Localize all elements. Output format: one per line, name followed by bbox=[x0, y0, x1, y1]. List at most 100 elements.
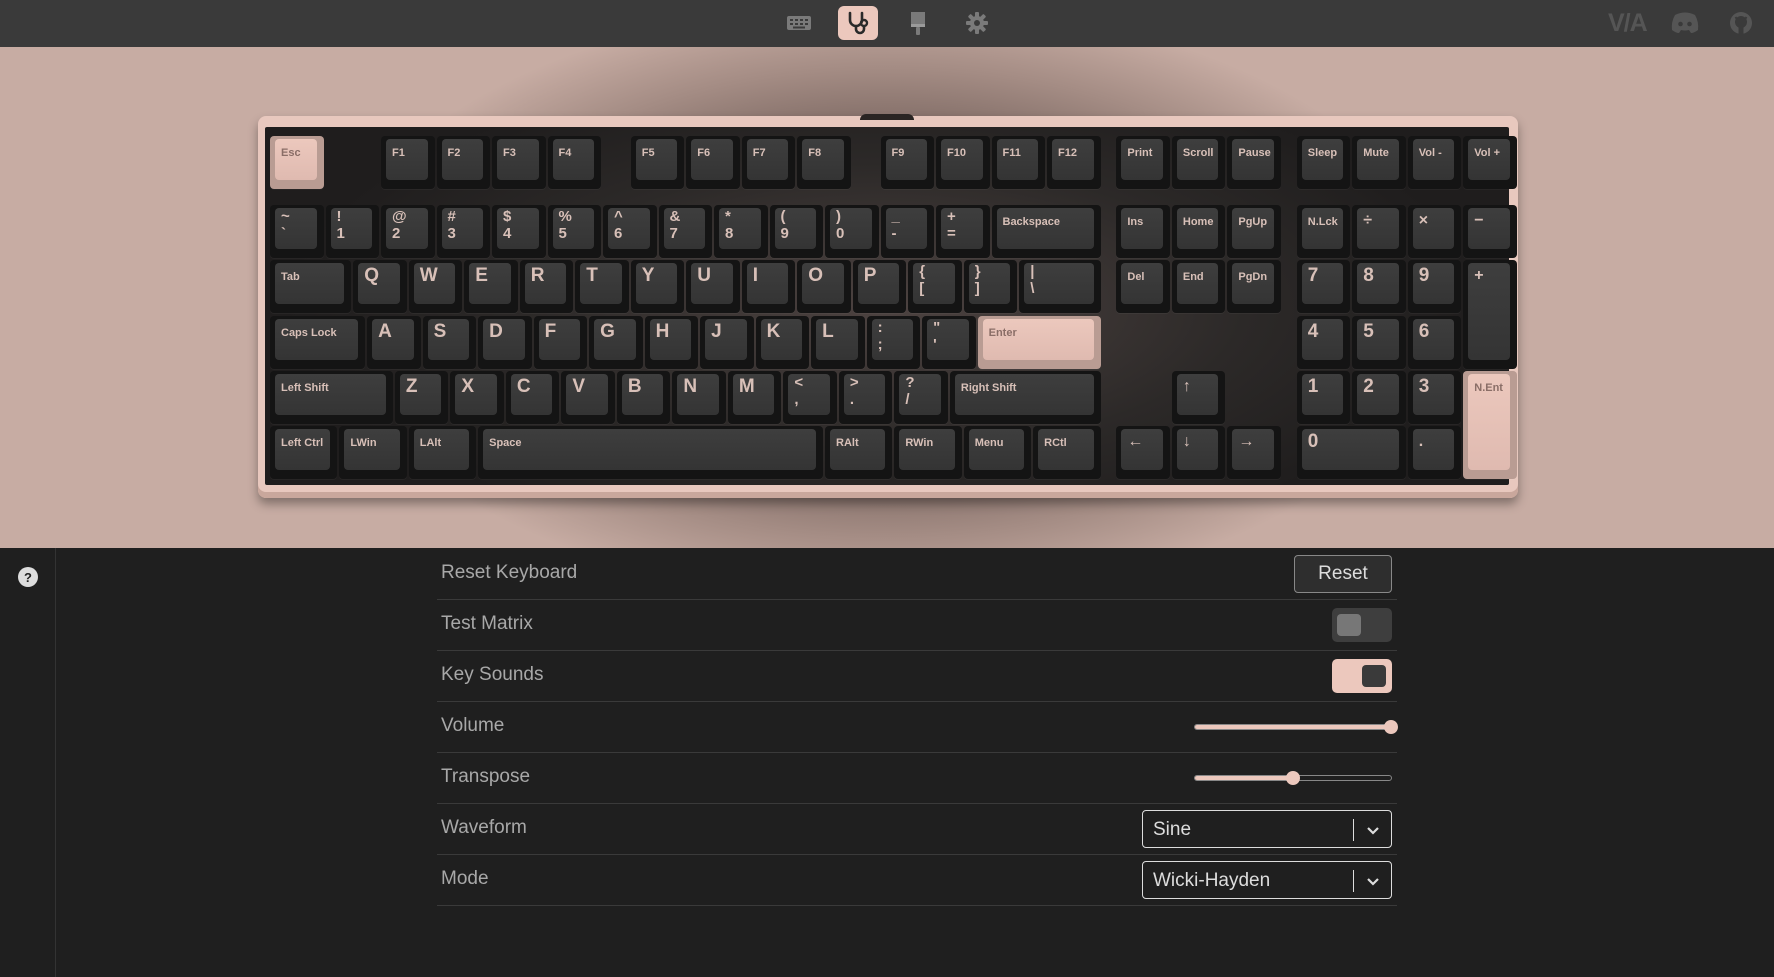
key-home[interactable]: Home bbox=[1171, 205, 1226, 258]
key-quote[interactable]: " ' bbox=[922, 316, 976, 369]
key-f12[interactable]: F12 bbox=[1047, 136, 1101, 189]
key-backspace[interactable]: Backspace bbox=[991, 205, 1101, 258]
key-minus[interactable]: _ - bbox=[880, 205, 934, 258]
key-u[interactable]: U bbox=[686, 260, 740, 313]
key-ralt[interactable]: RAlt bbox=[825, 426, 893, 479]
key-nplus[interactable]: + bbox=[1463, 260, 1517, 369]
key-rbracket[interactable]: } ] bbox=[963, 260, 1018, 313]
key-f1[interactable]: F1 bbox=[381, 136, 435, 189]
key-d[interactable]: D bbox=[478, 316, 532, 369]
key-f4[interactable]: F4 bbox=[547, 136, 601, 189]
key-comma[interactable]: < , bbox=[783, 371, 837, 424]
key-k4[interactable]: $ 4 bbox=[492, 205, 546, 258]
key-f10[interactable]: F10 bbox=[936, 136, 990, 189]
key-f11[interactable]: F11 bbox=[991, 136, 1045, 189]
key-grave[interactable]: ~ ` bbox=[270, 205, 324, 258]
key-semicolon[interactable]: : ; bbox=[866, 316, 921, 369]
key-sleep[interactable]: Sleep bbox=[1296, 136, 1351, 189]
key-v[interactable]: V bbox=[561, 371, 615, 424]
key-mul[interactable]: × bbox=[1407, 205, 1462, 258]
key-a[interactable]: A bbox=[367, 316, 421, 369]
key-m[interactable]: M bbox=[727, 371, 782, 424]
key-f9[interactable]: F9 bbox=[880, 136, 934, 189]
key-k9[interactable]: ( 9 bbox=[769, 205, 823, 258]
key-t[interactable]: T bbox=[575, 260, 629, 313]
key-k7[interactable]: & 7 bbox=[658, 205, 712, 258]
key-l[interactable]: L bbox=[811, 316, 865, 369]
key-print[interactable]: Print bbox=[1116, 136, 1170, 189]
key-left[interactable]: ← bbox=[1116, 426, 1170, 479]
key-tab[interactable]: Tab bbox=[270, 260, 352, 313]
key-n1[interactable]: 1 bbox=[1296, 371, 1351, 424]
waveform-select[interactable]: Sine bbox=[1142, 810, 1392, 848]
key-pgdn[interactable]: PgDn bbox=[1227, 260, 1281, 313]
key-n3[interactable]: 3 bbox=[1407, 371, 1462, 424]
key-lwin[interactable]: LWin bbox=[339, 426, 407, 479]
key-f6[interactable]: F6 bbox=[686, 136, 740, 189]
key-z[interactable]: Z bbox=[394, 371, 449, 424]
nav-test-tab[interactable] bbox=[838, 6, 878, 40]
key-k0[interactable]: ) 0 bbox=[825, 205, 879, 258]
key-n0[interactable]: 0 bbox=[1296, 426, 1406, 479]
key-nent[interactable]: N.Ent bbox=[1463, 371, 1517, 479]
key-nlck[interactable]: N.Lck bbox=[1296, 205, 1351, 258]
key-k1[interactable]: ! 1 bbox=[325, 205, 379, 258]
key-n8[interactable]: 8 bbox=[1352, 260, 1406, 313]
key-caps[interactable]: Caps Lock bbox=[270, 316, 366, 369]
key-p[interactable]: P bbox=[852, 260, 907, 313]
discord-link[interactable] bbox=[1670, 6, 1700, 40]
key-ndot[interactable]: . bbox=[1407, 426, 1462, 479]
key-lctrl[interactable]: Left Ctrl bbox=[270, 426, 338, 479]
slider-thumb[interactable] bbox=[1286, 771, 1300, 785]
github-link[interactable] bbox=[1728, 6, 1754, 40]
key-o[interactable]: O bbox=[797, 260, 851, 313]
key-scroll[interactable]: Scroll bbox=[1171, 136, 1226, 189]
key-g[interactable]: G bbox=[589, 316, 643, 369]
key-vol-down[interactable]: Vol - bbox=[1407, 136, 1462, 189]
key-k8[interactable]: * 8 bbox=[714, 205, 768, 258]
key-n7[interactable]: 7 bbox=[1296, 260, 1351, 313]
test-matrix-toggle[interactable] bbox=[1332, 608, 1392, 642]
key-f[interactable]: F bbox=[533, 316, 588, 369]
key-f7[interactable]: F7 bbox=[741, 136, 796, 189]
key-r[interactable]: R bbox=[519, 260, 574, 313]
key-k5[interactable]: % 5 bbox=[547, 205, 601, 258]
key-ins[interactable]: Ins bbox=[1116, 205, 1170, 258]
key-rwin[interactable]: RWin bbox=[894, 426, 962, 479]
reset-button[interactable]: Reset bbox=[1294, 555, 1392, 593]
key-h[interactable]: H bbox=[644, 316, 699, 369]
key-rctrl[interactable]: RCtl bbox=[1033, 426, 1101, 479]
nav-configure-tab[interactable] bbox=[779, 6, 819, 40]
key-k2[interactable]: @ 2 bbox=[381, 205, 435, 258]
slider-thumb[interactable] bbox=[1384, 720, 1398, 734]
key-down[interactable]: ↓ bbox=[1171, 426, 1226, 479]
nav-settings-tab[interactable] bbox=[957, 6, 997, 40]
key-n[interactable]: N bbox=[672, 371, 726, 424]
key-period[interactable]: > . bbox=[838, 371, 893, 424]
key-b[interactable]: B bbox=[616, 371, 671, 424]
key-k3[interactable]: # 3 bbox=[436, 205, 490, 258]
key-slash[interactable]: ? / bbox=[894, 371, 948, 424]
key-pause[interactable]: Pause bbox=[1227, 136, 1281, 189]
key-del[interactable]: Del bbox=[1116, 260, 1170, 313]
key-n6[interactable]: 6 bbox=[1407, 316, 1462, 369]
key-vol-up[interactable]: Vol + bbox=[1463, 136, 1517, 189]
key-n2[interactable]: 2 bbox=[1352, 371, 1406, 424]
key-lshift[interactable]: Left Shift bbox=[270, 371, 393, 424]
key-n4[interactable]: 4 bbox=[1296, 316, 1351, 369]
key-i[interactable]: I bbox=[741, 260, 796, 313]
key-c[interactable]: C bbox=[505, 371, 560, 424]
key-sub[interactable]: − bbox=[1463, 205, 1517, 258]
key-q[interactable]: Q bbox=[353, 260, 407, 313]
mode-select[interactable]: Wicki-Hayden bbox=[1142, 861, 1392, 899]
key-equal[interactable]: + = bbox=[936, 205, 990, 258]
transpose-slider[interactable] bbox=[1194, 771, 1392, 785]
volume-slider[interactable] bbox=[1194, 720, 1398, 734]
key-j[interactable]: J bbox=[700, 316, 754, 369]
nav-design-tab[interactable] bbox=[898, 6, 938, 40]
key-esc[interactable]: Esc bbox=[270, 136, 324, 189]
key-lbracket[interactable]: { [ bbox=[908, 260, 962, 313]
key-w[interactable]: W bbox=[408, 260, 463, 313]
key-k[interactable]: K bbox=[755, 316, 810, 369]
key-space[interactable]: Space bbox=[478, 426, 823, 479]
